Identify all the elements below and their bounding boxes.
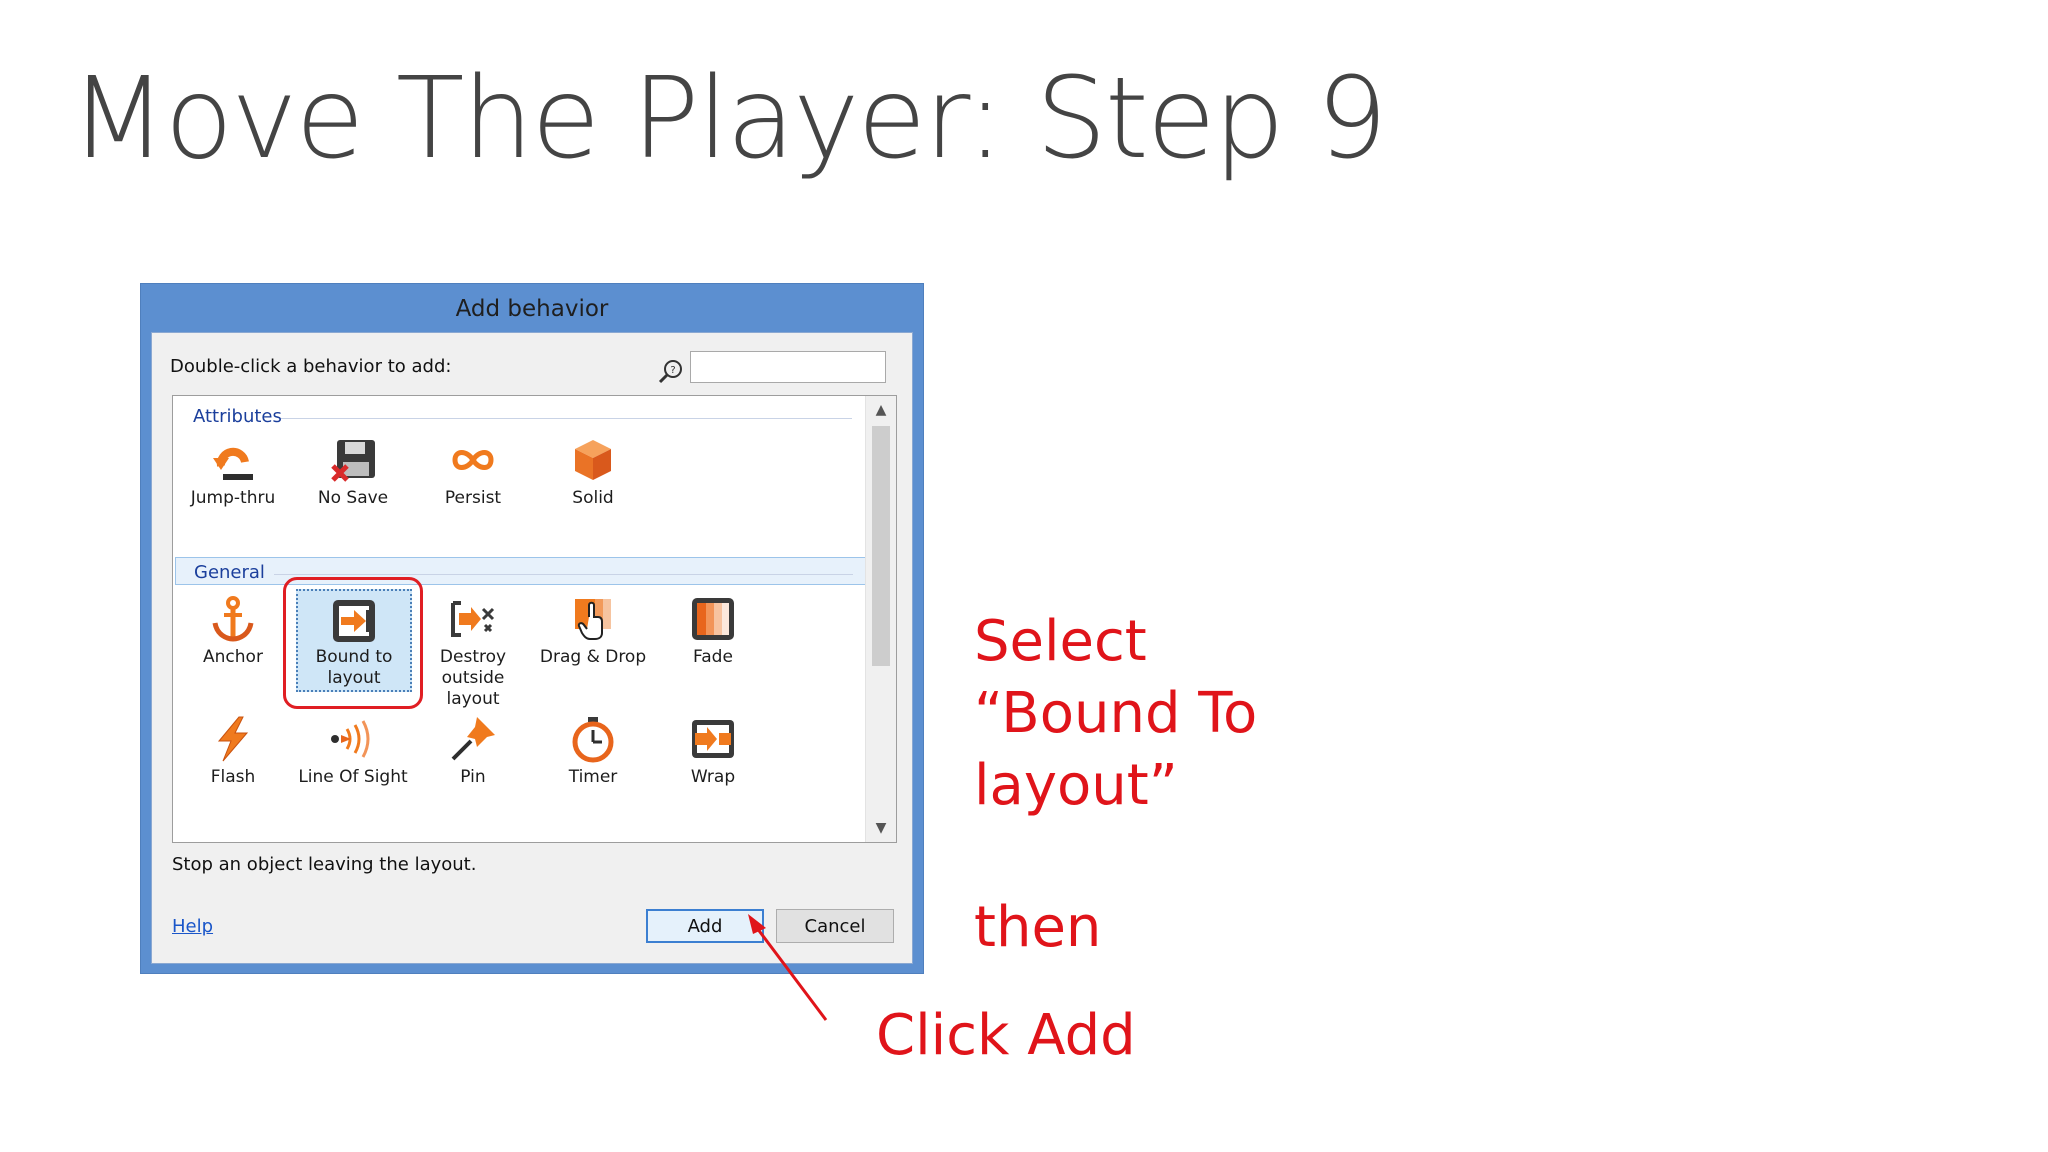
section-header-attributes: Attributes (173, 402, 864, 430)
annotation-arrow (748, 914, 828, 1021)
search-input[interactable] (690, 351, 886, 383)
scroll-thumb[interactable] (872, 426, 890, 666)
behavior-label: Destroy outside layout (439, 647, 507, 709)
annotation-click-add: Click Add (876, 1003, 1136, 1068)
search-help-icon[interactable]: ? (658, 358, 684, 384)
behavior-item-timer[interactable]: Timer (537, 715, 649, 788)
scroll-down-icon[interactable]: ▼ (866, 816, 896, 840)
annotation-select-line2: “Bound To (974, 681, 1258, 746)
section-divider (281, 418, 852, 419)
behavior-item-anchor[interactable]: Anchor (177, 595, 289, 668)
infinity-icon (452, 450, 494, 470)
section-header-general: General (175, 557, 866, 585)
bound-arrow-icon (333, 600, 375, 642)
behavior-label: Solid (572, 488, 614, 508)
behavior-item-fade[interactable]: Fade (657, 595, 769, 668)
drag-hand-icon (575, 599, 611, 640)
list-scrollbar[interactable]: ▲ ▼ (865, 396, 896, 842)
lightning-icon (217, 716, 249, 762)
behavior-item-drag-drop[interactable]: Drag & Drop (537, 595, 649, 668)
behavior-item-solid[interactable]: Solid (537, 436, 649, 509)
behavior-list: Attributes Jump-thru No Save Persist Sol… (172, 395, 897, 843)
behavior-label: Line Of Sight (298, 767, 408, 787)
behavior-item-line-of-sight[interactable]: Line Of Sight (297, 715, 409, 788)
destroy-outside-icon (451, 601, 495, 637)
pushpin-icon (451, 717, 495, 761)
behavior-item-persist[interactable]: Persist (417, 436, 529, 509)
cube-icon (575, 440, 611, 480)
behavior-label: Flash (210, 767, 256, 787)
behavior-label: Timer (568, 767, 618, 787)
behavior-description: Stop an object leaving the layout. (172, 854, 477, 875)
behavior-item-no-save[interactable]: No Save (297, 436, 409, 509)
behavior-label: Pin (460, 767, 486, 787)
behavior-label: Drag & Drop (539, 647, 647, 667)
behavior-item-destroy-outside-layout[interactable]: Destroy outside layout (417, 595, 529, 710)
behavior-item-flash[interactable]: Flash (177, 715, 289, 788)
behavior-item-pin[interactable]: Pin (417, 715, 529, 788)
anchor-icon (212, 596, 254, 642)
section-label: General (194, 562, 265, 583)
behavior-label: Bound to layout (315, 647, 393, 688)
line-of-sight-icon (331, 720, 370, 758)
help-link[interactable]: Help (172, 916, 213, 937)
jump-thru-icon (213, 447, 253, 480)
stopwatch-icon (572, 717, 614, 763)
behavior-label: Persist (444, 488, 502, 508)
floppy-disk-x-icon (331, 440, 375, 482)
fade-icon (692, 598, 734, 640)
behavior-label: Wrap (690, 767, 736, 787)
behavior-label: Jump-thru (190, 488, 276, 508)
dialog-title: Add behavior (455, 296, 609, 322)
behavior-item-jump-thru[interactable]: Jump-thru (177, 436, 289, 509)
dialog-prompt: Double-click a behavior to add: (170, 356, 452, 377)
behavior-item-bound-to-layout[interactable]: Bound to layout (296, 589, 412, 692)
behavior-label: Fade (693, 647, 733, 667)
wrap-icon (692, 720, 734, 758)
annotation-select-line3: layout” (974, 753, 1178, 818)
dialog-body: Double-click a behavior to add: ? Attrib… (151, 332, 913, 964)
scroll-up-icon[interactable]: ▲ (866, 398, 896, 422)
behavior-item-wrap[interactable]: Wrap (657, 715, 769, 788)
svg-text:?: ? (670, 365, 675, 376)
annotation-select-line1: Select (974, 609, 1147, 674)
behavior-label: Anchor (203, 647, 263, 667)
section-divider (274, 574, 853, 575)
add-behavior-dialog: Add behavior Double-click a behavior to … (140, 283, 924, 974)
behavior-label: No Save (317, 488, 389, 508)
section-label: Attributes (193, 406, 282, 427)
annotation-then: then (974, 895, 1102, 960)
slide-title: Move The Player: Step 9 (70, 54, 1388, 184)
